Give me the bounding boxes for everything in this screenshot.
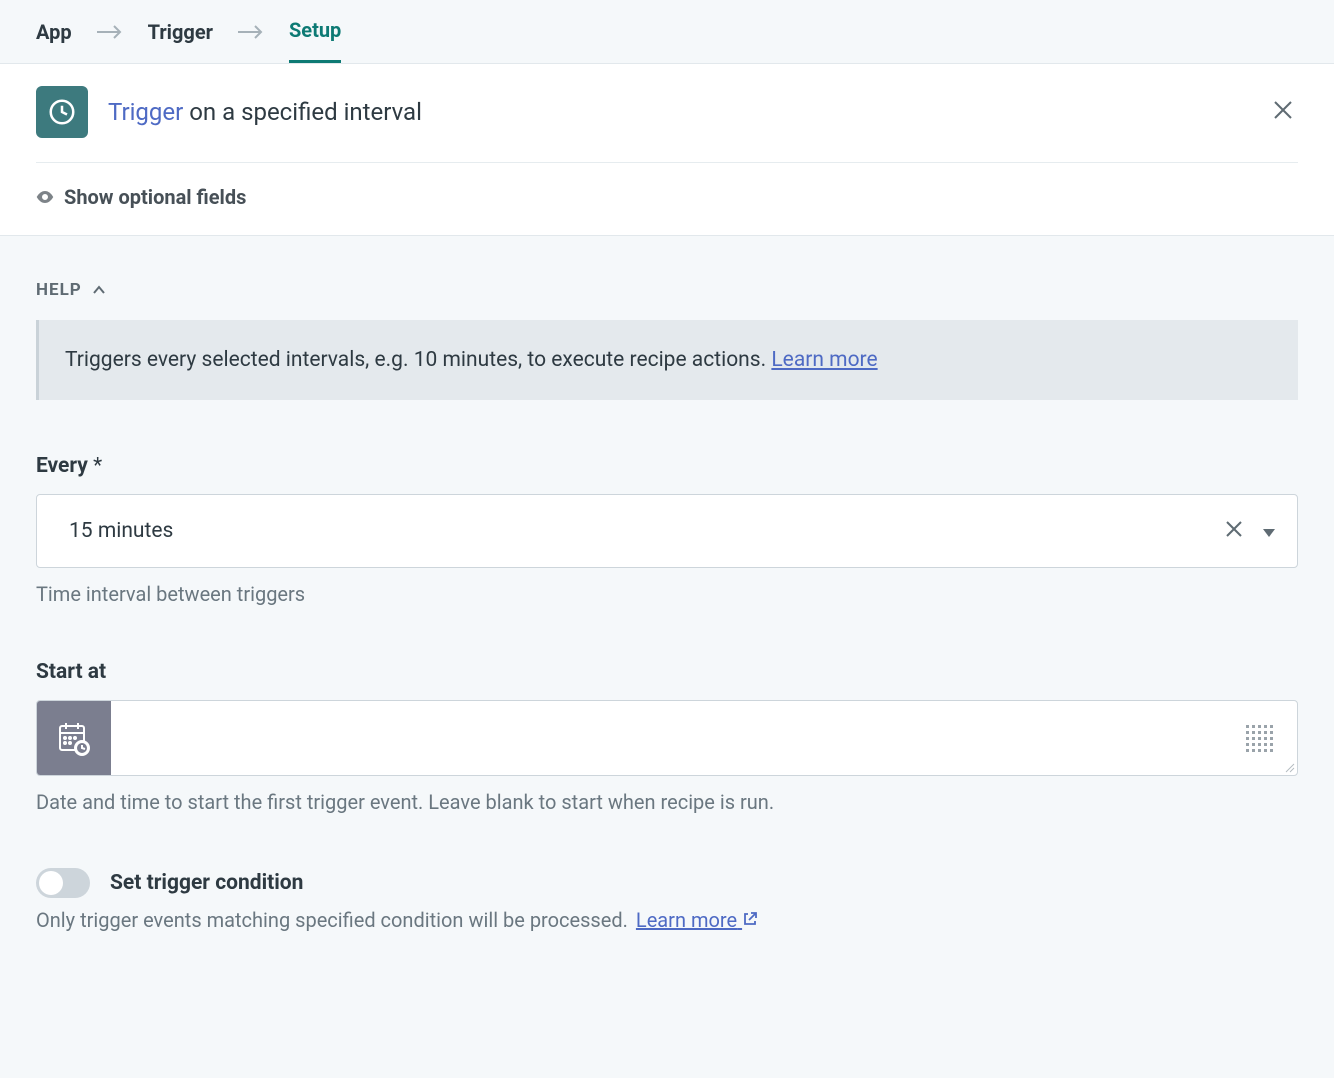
tab-trigger[interactable]: Trigger: [148, 20, 213, 62]
trigger-condition-hint: Only trigger events matching specified c…: [36, 908, 1298, 932]
field-trigger-condition: Set trigger condition Only trigger event…: [36, 868, 1298, 932]
chevron-right-icon: [237, 24, 265, 58]
eye-icon: [36, 185, 54, 209]
toggle-knob: [39, 871, 63, 895]
help-learn-more-link[interactable]: Learn more: [771, 348, 877, 372]
start-at-hint: Date and time to start the first trigger…: [36, 790, 1298, 814]
every-label: Every *: [36, 454, 1298, 478]
every-value: 15 minutes: [69, 519, 1219, 543]
start-at-input[interactable]: [111, 701, 1243, 775]
show-optional-fields-toggle[interactable]: Show optional fields: [36, 163, 1298, 209]
chevron-down-icon: [1261, 519, 1277, 543]
learn-more-text: Learn more: [636, 908, 737, 932]
field-every: Every * 15 minutes Time interval between…: [36, 454, 1298, 606]
tab-bar: App Trigger Setup: [0, 0, 1334, 64]
every-label-text: Every: [36, 454, 88, 478]
clear-button[interactable]: [1219, 513, 1249, 549]
help-section-toggle[interactable]: HELP: [36, 280, 106, 300]
trigger-condition-toggle[interactable]: [36, 868, 90, 898]
trigger-condition-hint-text: Only trigger events matching specified c…: [36, 908, 628, 932]
panel-title: Trigger on a specified interval: [108, 98, 1248, 126]
tab-setup[interactable]: Setup: [289, 18, 341, 63]
external-link-icon: [742, 908, 758, 932]
tab-app[interactable]: App: [36, 20, 72, 62]
calendar-picker-button[interactable]: [37, 701, 111, 775]
trigger-panel: Trigger on a specified interval Show opt…: [0, 64, 1334, 236]
help-header-label: HELP: [36, 280, 82, 300]
help-text: Triggers every selected intervals, e.g. …: [65, 348, 771, 372]
start-at-label: Start at: [36, 660, 1298, 684]
required-marker: *: [93, 454, 102, 478]
help-box: Triggers every selected intervals, e.g. …: [36, 320, 1298, 400]
resize-handle-icon[interactable]: [1283, 761, 1295, 773]
panel-header: Trigger on a specified interval: [36, 86, 1298, 163]
show-optional-fields-label: Show optional fields: [64, 185, 246, 209]
trigger-link[interactable]: Trigger: [108, 98, 183, 126]
clock-icon: [36, 86, 88, 138]
field-start-at: Start at: [36, 660, 1298, 814]
every-hint: Time interval between triggers: [36, 582, 1298, 606]
chevron-right-icon: [96, 24, 124, 58]
start-at-input-group: [36, 700, 1298, 776]
form-area: HELP Triggers every selected intervals, …: [0, 236, 1334, 992]
close-button[interactable]: [1268, 95, 1298, 130]
chevron-up-icon: [92, 280, 106, 300]
trigger-condition-label: Set trigger condition: [110, 871, 303, 895]
every-select[interactable]: 15 minutes: [36, 494, 1298, 568]
panel-title-rest: on a specified interval: [183, 98, 422, 126]
trigger-condition-learn-more-link[interactable]: Learn more: [636, 908, 758, 932]
